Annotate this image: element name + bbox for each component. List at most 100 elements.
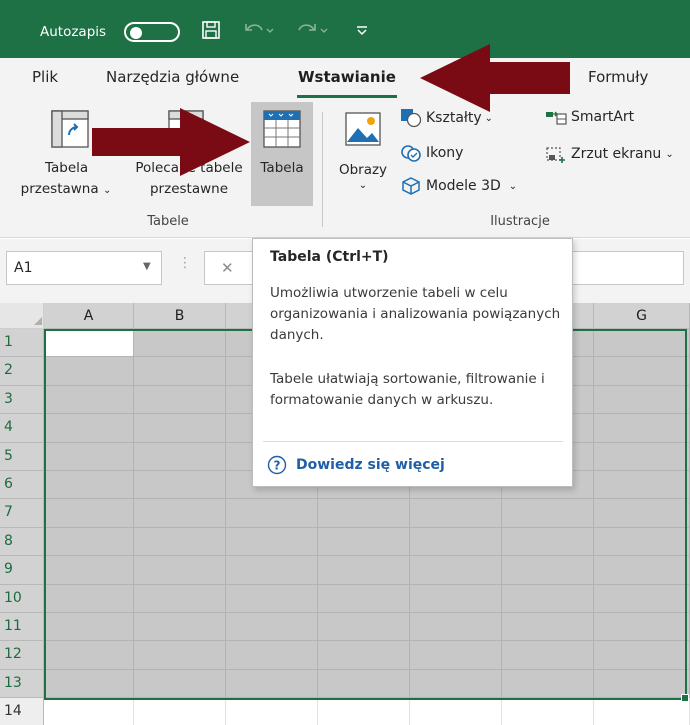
cell-d11[interactable]: [318, 613, 410, 642]
row-header-3[interactable]: 3: [0, 385, 44, 415]
3d-models-button[interactable]: Modele 3D ⌄: [400, 176, 517, 196]
cell-g13[interactable]: [594, 669, 690, 699]
cell-a2[interactable]: [44, 357, 134, 386]
cell-b9[interactable]: [134, 556, 226, 585]
row-header-12[interactable]: 12: [0, 641, 44, 670]
cell-b12[interactable]: [134, 641, 226, 670]
cell-d8[interactable]: [318, 527, 410, 557]
row-header-11[interactable]: 11: [0, 613, 44, 642]
cell-g14[interactable]: [594, 698, 690, 725]
cell-g10[interactable]: [594, 584, 690, 613]
cell-e12[interactable]: [410, 641, 502, 670]
cell-e9[interactable]: [410, 556, 502, 585]
cell-a1[interactable]: [44, 329, 134, 358]
cell-g11[interactable]: [594, 613, 690, 642]
cell-g2[interactable]: [594, 357, 690, 386]
cell-g4[interactable]: [594, 414, 690, 443]
cell-f9[interactable]: [502, 556, 594, 585]
cell-c9[interactable]: [226, 556, 318, 585]
cell-b7[interactable]: [134, 499, 226, 528]
screenshot-button[interactable]: Zrzut ekranu ⌄: [545, 143, 674, 165]
cell-d14[interactable]: [318, 698, 410, 725]
cell-e14[interactable]: [410, 698, 502, 725]
cell-a4[interactable]: [44, 414, 134, 443]
cell-c8[interactable]: [226, 527, 318, 557]
row-header-4[interactable]: 4: [0, 414, 44, 443]
cell-a3[interactable]: [44, 385, 134, 415]
row-header-2[interactable]: 2: [0, 357, 44, 386]
cell-a12[interactable]: [44, 641, 134, 670]
cell-b5[interactable]: [134, 442, 226, 471]
cell-e8[interactable]: [410, 527, 502, 557]
cell-c13[interactable]: [226, 669, 318, 699]
row-header-8[interactable]: 8: [0, 527, 44, 557]
cell-c7[interactable]: [226, 499, 318, 528]
cancel-icon[interactable]: ✕: [221, 259, 234, 277]
cell-a14[interactable]: [44, 698, 134, 725]
cell-b1[interactable]: [134, 329, 226, 358]
tab-insert[interactable]: Wstawianie: [298, 68, 396, 86]
cell-b4[interactable]: [134, 414, 226, 443]
tab-formulas[interactable]: Formuły: [588, 68, 648, 86]
cell-a5[interactable]: [44, 442, 134, 471]
undo-icon[interactable]: [240, 18, 276, 42]
cell-f12[interactable]: [502, 641, 594, 670]
column-header-b[interactable]: B: [134, 303, 226, 329]
cell-a9[interactable]: [44, 556, 134, 585]
cell-e10[interactable]: [410, 584, 502, 613]
cell-b11[interactable]: [134, 613, 226, 642]
cell-d13[interactable]: [318, 669, 410, 699]
customize-qat-icon[interactable]: [354, 18, 370, 42]
cell-g3[interactable]: [594, 385, 690, 415]
row-header-5[interactable]: 5: [0, 442, 44, 471]
cell-d9[interactable]: [318, 556, 410, 585]
cell-c11[interactable]: [226, 613, 318, 642]
redo-icon[interactable]: [296, 18, 332, 42]
cell-a10[interactable]: [44, 584, 134, 613]
cell-a6[interactable]: [44, 471, 134, 500]
cell-a13[interactable]: [44, 669, 134, 699]
cell-b2[interactable]: [134, 357, 226, 386]
learn-more-link[interactable]: ? Dowiedz się więcej: [267, 455, 445, 475]
cell-c14[interactable]: [226, 698, 318, 725]
tab-file[interactable]: Plik: [32, 68, 58, 86]
cell-g9[interactable]: [594, 556, 690, 585]
row-header-6[interactable]: 6: [0, 471, 44, 500]
cell-f10[interactable]: [502, 584, 594, 613]
cell-g6[interactable]: [594, 471, 690, 500]
cell-g5[interactable]: [594, 442, 690, 471]
cell-f11[interactable]: [502, 613, 594, 642]
row-header-13[interactable]: 13: [0, 669, 44, 699]
cell-b10[interactable]: [134, 584, 226, 613]
row-header-9[interactable]: 9: [0, 556, 44, 585]
cell-f7[interactable]: [502, 499, 594, 528]
cell-f8[interactable]: [502, 527, 594, 557]
cell-c12[interactable]: [226, 641, 318, 670]
cell-b6[interactable]: [134, 471, 226, 500]
row-header-7[interactable]: 7: [0, 499, 44, 528]
row-header-10[interactable]: 10: [0, 584, 44, 613]
cell-b14[interactable]: [134, 698, 226, 725]
autosave-toggle[interactable]: [124, 22, 180, 42]
cell-b3[interactable]: [134, 385, 226, 415]
cell-e11[interactable]: [410, 613, 502, 642]
cell-g1[interactable]: [594, 329, 690, 358]
cell-e13[interactable]: [410, 669, 502, 699]
tab-home[interactable]: Narzędzia główne: [106, 68, 239, 86]
cell-d7[interactable]: [318, 499, 410, 528]
row-header-14[interactable]: 14: [0, 698, 44, 725]
fill-handle[interactable]: [681, 694, 689, 703]
name-box-dropdown-icon[interactable]: ▼: [143, 261, 151, 272]
cell-g8[interactable]: [594, 527, 690, 557]
icons-button[interactable]: Ikony: [400, 143, 463, 163]
name-box[interactable]: A1 ▼: [6, 251, 162, 285]
cell-a11[interactable]: [44, 613, 134, 642]
cell-b8[interactable]: [134, 527, 226, 557]
cell-f14[interactable]: [502, 698, 594, 725]
cell-c10[interactable]: [226, 584, 318, 613]
cell-g12[interactable]: [594, 641, 690, 670]
cell-a7[interactable]: [44, 499, 134, 528]
cell-d10[interactable]: [318, 584, 410, 613]
cell-g7[interactable]: [594, 499, 690, 528]
cell-d12[interactable]: [318, 641, 410, 670]
